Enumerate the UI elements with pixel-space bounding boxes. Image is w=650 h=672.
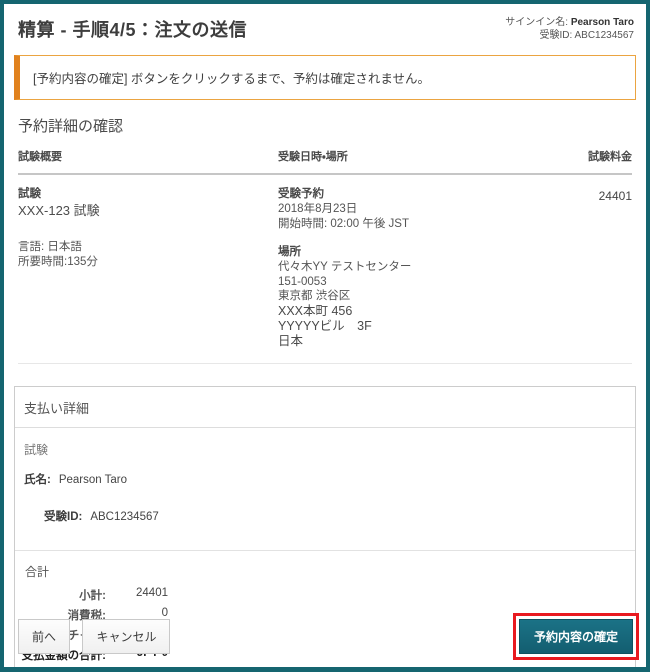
reservation-table: 試験概要 受験日時・場所 試験料金 試験 XXX-123 試験 言語: 日本語 … bbox=[14, 148, 636, 364]
exam-id-value: ABC1234567 bbox=[574, 30, 635, 41]
column-exam-summary: 試験概要 bbox=[18, 151, 62, 163]
candidate-id-label: 受験ID: bbox=[44, 510, 83, 523]
cancel-button[interactable]: キャンセル bbox=[82, 619, 171, 654]
datetime-location-cell: 受験予約 2018年8月23日 開始時間: 02:00 午後 JST 場所 代々… bbox=[278, 187, 522, 349]
column-exam-fee: 試験料金 bbox=[588, 151, 632, 163]
candidate-name-value: Pearson Taro bbox=[58, 473, 128, 486]
candidate-name-row: 氏名: Pearson Taro bbox=[24, 471, 625, 487]
appointment-label: 受験予約 bbox=[278, 188, 324, 200]
warning-message: [予約内容の確定] ボタンをクリックするまで、予約は確定されません。 bbox=[33, 72, 431, 86]
candidate-id-value: ABC1234567 bbox=[90, 510, 159, 523]
exam-fee-cell: 24401 bbox=[522, 187, 632, 349]
checkout-page: 精算 - 手順4/5：注文の送信 サインイン名: Pearson Taro 受験… bbox=[0, 0, 650, 672]
location-line: 151-0053 bbox=[278, 275, 327, 288]
exam-duration: 所要時間:135分 bbox=[18, 255, 98, 268]
exam-id-row: 受験ID: ABC1234567 bbox=[539, 30, 635, 41]
location-line: XXX本町 456 bbox=[278, 303, 353, 318]
page-header: 精算 - 手順4/5：注文の送信 サインイン名: Pearson Taro 受験… bbox=[14, 14, 636, 42]
column-datetime-location: 受験日時・場所 bbox=[278, 151, 348, 163]
appointment-start-time: 開始時間: 02:00 午後 JST bbox=[278, 217, 410, 230]
payment-section-title: 支払い詳細 bbox=[15, 387, 635, 428]
exam-label: 試験 bbox=[18, 188, 41, 200]
exam-name: XXX-123 試験 bbox=[18, 203, 100, 218]
page-title: 精算 - 手順4/5：注文の送信 bbox=[18, 20, 248, 40]
payment-body: 試験 氏名: Pearson Taro 受験ID: ABC1234567 bbox=[15, 428, 635, 550]
exam-fee-value: 24401 bbox=[598, 189, 632, 203]
reservation-section-title: 予約詳細の確認 bbox=[18, 118, 124, 135]
candidate-name-label: 氏名: bbox=[24, 473, 51, 486]
candidate-id-row: 受験ID: ABC1234567 bbox=[44, 508, 625, 550]
location-line: 代々木YY テストセンター bbox=[278, 261, 412, 273]
confirm-booking-button[interactable]: 予約内容の確定 bbox=[518, 619, 633, 654]
subtotal-row: 小計: 24401 bbox=[79, 586, 168, 602]
appointment-date: 2018年8月23日 bbox=[278, 203, 358, 215]
signin-name-row: サインイン名: Pearson Taro bbox=[505, 17, 634, 28]
footer-actions: 前へ キャンセル 予約内容の確定 bbox=[18, 613, 639, 660]
previous-button[interactable]: 前へ bbox=[18, 619, 71, 654]
confirm-highlight-annotation: 予約内容の確定 bbox=[512, 613, 639, 660]
totals-title: 合計 bbox=[25, 564, 50, 579]
warning-banner: [予約内容の確定] ボタンをクリックするまで、予約は確定されません。 bbox=[14, 55, 636, 100]
signin-name: Pearson Taro bbox=[570, 17, 634, 28]
exam-language: 言語: 日本語 bbox=[18, 241, 82, 253]
signin-info: サインイン名: Pearson Taro 受験ID: ABC1234567 bbox=[505, 16, 634, 42]
exam-summary-cell: 試験 XXX-123 試験 言語: 日本語 所要時間:135分 bbox=[18, 187, 278, 349]
reservation-table-row: 試験 XXX-123 試験 言語: 日本語 所要時間:135分 受験予約 201… bbox=[18, 175, 632, 364]
location-line: 東京都 渋谷区 bbox=[278, 290, 351, 302]
location-line: 日本 bbox=[278, 333, 304, 348]
location-label: 場所 bbox=[278, 246, 301, 258]
reservation-table-header: 試験概要 受験日時・場所 試験料金 bbox=[18, 148, 632, 175]
location-line: YYYYYビル 3F bbox=[278, 318, 372, 333]
payment-exam-label: 試験 bbox=[24, 442, 49, 457]
footer-left-buttons: 前へ キャンセル bbox=[18, 619, 171, 654]
